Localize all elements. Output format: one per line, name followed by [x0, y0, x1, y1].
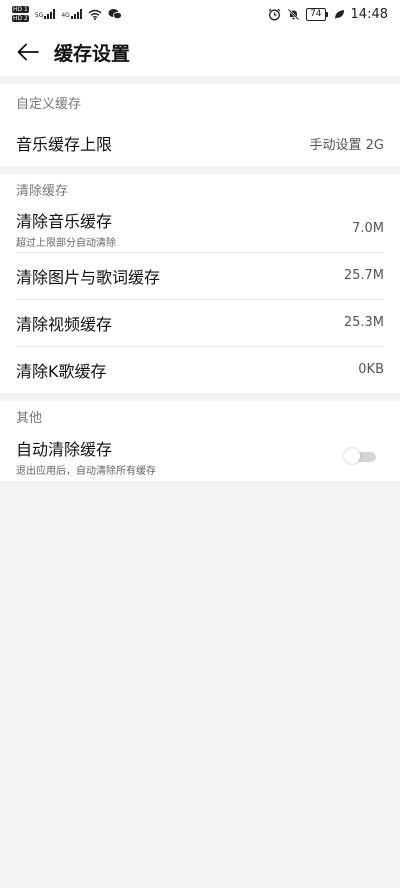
clear-karaoke-cache-row[interactable]: 清除K歌缓存 0KB	[0, 346, 400, 393]
row-value: 25.3M	[343, 315, 384, 330]
row-subtitle: 退出应用后，自动清除所有缓存	[16, 465, 156, 477]
hd-badge-2: HD 2	[12, 15, 29, 22]
back-button[interactable]	[14, 38, 42, 66]
leaf-icon	[334, 9, 344, 19]
row-subtitle: 超过上限部分自动清除	[16, 237, 116, 249]
row-title: 清除图片与歌词缓存	[16, 267, 161, 287]
row-value: 7.0M	[352, 220, 384, 236]
row-text: 自动清除缓存 退出应用后，自动清除所有缓存	[16, 436, 156, 477]
section-custom-cache: 自定义缓存 音乐缓存上限 手动设置 2G	[0, 84, 400, 166]
hd-badge-1: HD 1	[12, 6, 29, 13]
hd-indicators: HD 1 HD 2	[12, 6, 29, 22]
app-screen: HD 1 HD 2 5G 4G 74 14:48 缓存设置 自定义缓存 音乐缓存…	[0, 0, 400, 888]
section-other: 其他 自动清除缓存 退出应用后，自动清除所有缓存	[0, 401, 400, 481]
wifi-icon	[88, 9, 102, 20]
row-title: 清除视频缓存	[16, 314, 113, 334]
status-right: 74 14:48	[268, 7, 388, 22]
row-value: 手动设置 2G	[309, 137, 384, 153]
status-left: HD 1 HD 2 5G 4G	[12, 6, 122, 22]
row-title: 音乐缓存上限	[16, 135, 113, 154]
signal-bars-icon	[44, 9, 56, 19]
page-title: 缓存设置	[54, 42, 131, 65]
section-header: 其他	[16, 410, 43, 426]
app-header: 缓存设置	[0, 28, 400, 76]
clear-image-lyrics-cache-row[interactable]: 清除图片与歌词缓存 25.7M	[0, 252, 400, 299]
network-type-2: 4G	[61, 12, 70, 19]
row-title: 自动清除缓存	[16, 439, 113, 459]
row-value: 25.7M	[343, 268, 384, 283]
alarm-icon	[268, 8, 281, 20]
clock: 14:48	[350, 6, 388, 22]
row-title: 清除K歌缓存	[16, 361, 107, 381]
row-text: 清除音乐缓存 超过上限部分自动清除	[16, 208, 116, 249]
section-clear-cache: 清除缓存 清除音乐缓存 超过上限部分自动清除 7.0M 清除图片与歌词缓存 25…	[0, 174, 400, 393]
clear-video-cache-row[interactable]: 清除视频缓存 25.3M	[0, 299, 400, 346]
wechat-icon	[108, 9, 122, 20]
section-header: 自定义缓存	[16, 96, 82, 112]
auto-clear-cache-row[interactable]: 自动清除缓存 退出应用后，自动清除所有缓存	[0, 431, 400, 481]
row-title: 清除音乐缓存	[16, 211, 113, 231]
signal-1: 5G	[34, 9, 56, 19]
signal-2: 4G	[61, 9, 82, 19]
bell-off-icon	[287, 8, 300, 20]
battery-indicator: 74	[306, 7, 328, 21]
clear-music-cache-row[interactable]: 清除音乐缓存 超过上限部分自动清除 7.0M	[0, 204, 400, 252]
row-value: 0KB	[358, 362, 384, 377]
section-header: 清除缓存	[16, 183, 69, 199]
network-type-1: 5G	[34, 12, 44, 19]
toggle-knob	[344, 448, 360, 464]
signal-bars-icon	[70, 9, 82, 19]
music-cache-limit-row[interactable]: 音乐缓存上限 手动设置 2G	[0, 120, 400, 166]
status-bar: HD 1 HD 2 5G 4G 74 14:48	[0, 0, 400, 28]
back-arrow-icon	[17, 43, 39, 61]
battery-level: 74	[306, 7, 326, 21]
auto-clear-toggle[interactable]	[344, 447, 376, 465]
